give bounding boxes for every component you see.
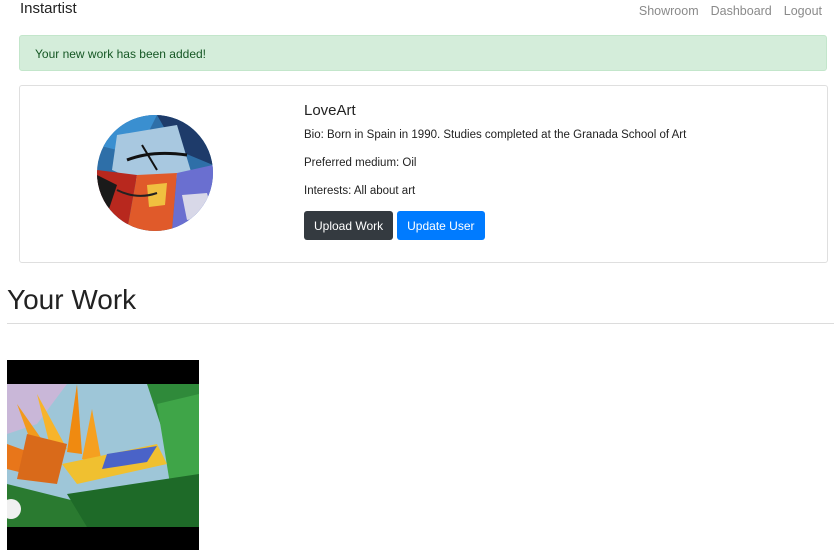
nav-logout-link[interactable]: Logout xyxy=(784,4,822,18)
work-thumbnail[interactable] xyxy=(7,360,199,550)
profile-card: LoveArt Bio: Born in Spain in 1990. Stud… xyxy=(19,85,828,263)
nav-showroom-link[interactable]: Showroom xyxy=(639,4,699,18)
success-alert: Your new work has been added! xyxy=(19,35,827,71)
nav-dashboard-link[interactable]: Dashboard xyxy=(711,4,772,18)
navbar: Instartist Showroom Dashboard Logout xyxy=(0,0,834,30)
profile-bio: Bio: Born in Spain in 1990. Studies comp… xyxy=(304,129,687,141)
upload-work-button[interactable]: Upload Work xyxy=(304,211,394,240)
work-artwork-image xyxy=(7,384,199,527)
update-user-button[interactable]: Update User xyxy=(397,211,485,240)
avatar xyxy=(97,115,213,231)
avatar-artwork-image xyxy=(97,115,213,231)
brand-logo[interactable]: Instartist xyxy=(20,0,77,17)
profile-actions: Upload Work Update User xyxy=(304,211,686,240)
nav-links: Showroom Dashboard Logout xyxy=(639,4,822,18)
section-divider xyxy=(7,323,834,324)
profile-interests: Interests: All about art xyxy=(304,185,416,197)
profile-info: LoveArt Bio: Born in Spain in 1990. Stud… xyxy=(304,102,686,240)
section-title: Your Work xyxy=(7,284,137,315)
profile-medium: Preferred medium: Oil xyxy=(304,157,417,169)
profile-username: LoveArt xyxy=(304,102,356,119)
